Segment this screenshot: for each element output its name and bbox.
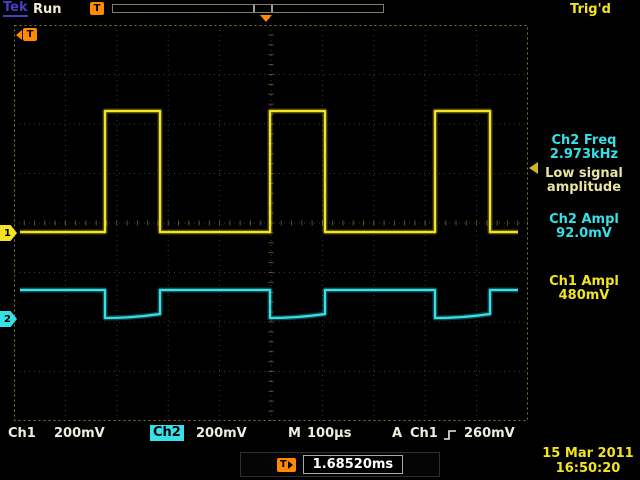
trigger-position-triangle-icon <box>260 15 272 22</box>
trigger-time-badge: T <box>23 28 37 41</box>
measurement-ch2-ampl: Ch2 Ampl 92.0mV <box>532 213 636 241</box>
oscilloscope-screen: Tek Run T Trig'd T 1 2 Ch2 Freq 2.973kHz… <box>0 0 640 480</box>
measurement-ch2-freq: Ch2 Freq 2.973kHz Low signal amplitude <box>532 134 636 195</box>
measurement-warning-line1: Low signal <box>532 167 636 181</box>
left-arrow-icon <box>16 30 22 40</box>
ch1-marker-number: 1 <box>4 228 11 239</box>
timebase-label: M <box>288 426 301 442</box>
measurement-ch1-ampl: Ch1 Ampl 480mV <box>532 275 636 303</box>
datetime: 15 Mar 2011 16:50:20 <box>538 446 638 476</box>
measurement-label: Ch1 Ampl <box>532 275 636 289</box>
measurement-value: 92.0mV <box>532 227 636 241</box>
record-view-bar <box>112 4 384 13</box>
ch1-trace <box>20 111 518 232</box>
date-value: 15 Mar 2011 <box>538 446 638 461</box>
tek-logo: Tek <box>3 1 28 17</box>
trigger-record-marker-badge: T <box>90 2 104 15</box>
waveform-traces <box>14 25 528 421</box>
ch2-scale-label: Ch2 <box>150 425 184 441</box>
horizontal-position-readout: T 1.68520ms <box>240 452 440 477</box>
ch1-scale-value: 200mV <box>54 426 105 442</box>
trigger-level-value: 260mV <box>464 426 515 442</box>
measurement-label: Ch2 Freq <box>532 134 636 148</box>
trigger-status: Trig'd <box>570 2 611 17</box>
trigger-position-badge: T <box>277 458 296 472</box>
trigger-time-label: T <box>27 28 34 41</box>
trigger-record-marker-label: T <box>94 2 101 15</box>
graticule: T <box>14 25 528 421</box>
trigger-delay-value: 1.68520ms <box>303 455 404 474</box>
time-value: 16:50:20 <box>538 461 638 476</box>
trigger-offscreen-indicator: T <box>16 28 37 41</box>
ch2-trace <box>20 290 518 318</box>
measurement-value: 2.973kHz <box>532 148 636 162</box>
measurement-value: 480mV <box>532 289 636 303</box>
trigger-position-label: T <box>280 458 287 471</box>
measurement-warning-line2: amplitude <box>532 181 636 195</box>
ch2-scale-value: 200mV <box>196 426 247 442</box>
timebase-value: 100µs <box>307 426 351 442</box>
ch1-scale-label: Ch1 <box>8 426 36 442</box>
trigger-mode-label: A <box>392 426 402 442</box>
rising-edge-icon <box>443 428 457 442</box>
right-arrow-icon <box>288 461 293 469</box>
ch2-marker-number: 2 <box>4 314 11 325</box>
measurement-label: Ch2 Ampl <box>532 213 636 227</box>
trigger-source: Ch1 <box>410 426 438 442</box>
acquisition-status: Run <box>33 2 62 17</box>
